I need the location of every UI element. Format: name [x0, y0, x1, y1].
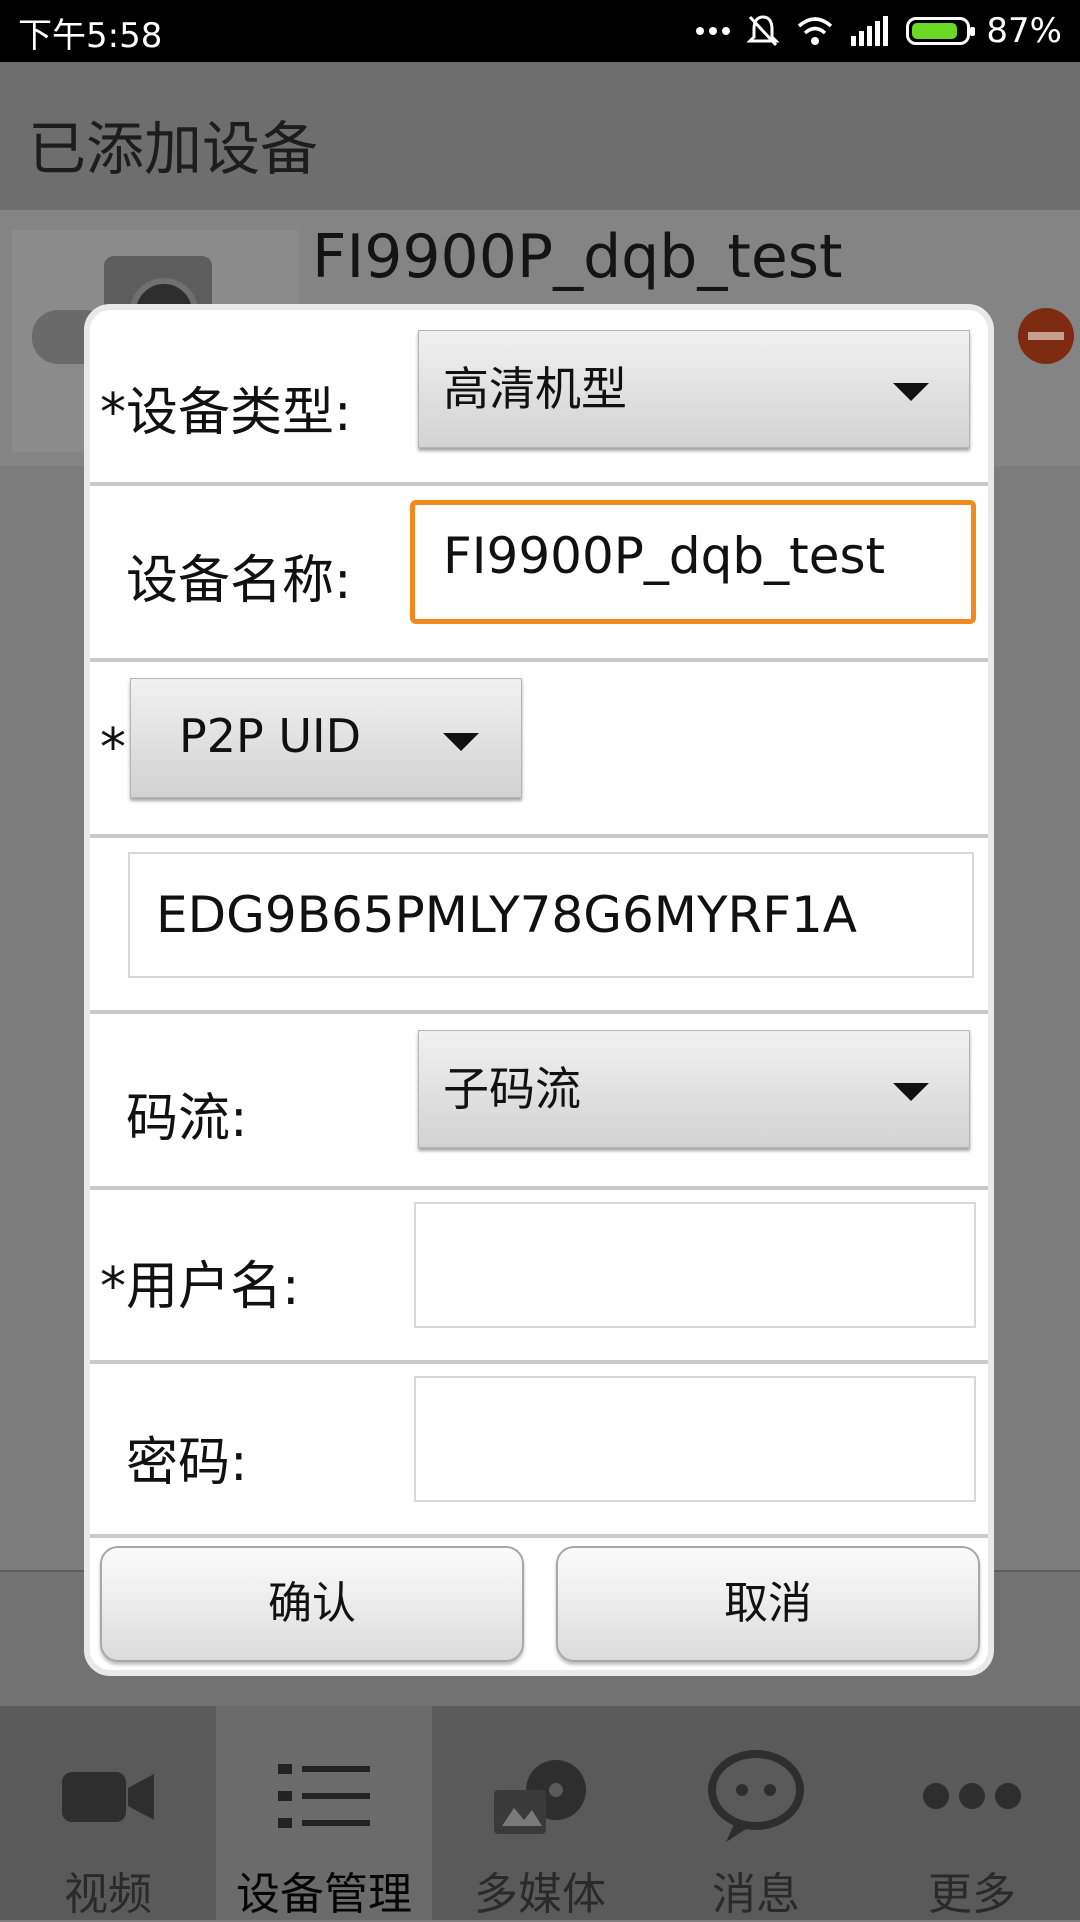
edit-device-dialog: *设备类型: 高清机型 设备名称: FI9900P_dqb_test * P2P…	[84, 304, 994, 1676]
stream-select[interactable]: 子码流	[418, 1030, 970, 1148]
more-icon	[923, 1783, 1021, 1809]
password-input[interactable]	[414, 1376, 976, 1502]
device-name-row: 设备名称: FI9900P_dqb_test	[90, 486, 988, 662]
stream-row: 码流: 子码流	[90, 1014, 988, 1190]
signal-icon	[851, 16, 889, 46]
nav-label: 更多	[928, 1869, 1016, 1920]
username-input[interactable]	[414, 1202, 976, 1328]
app-header: 已添加设备	[0, 62, 1080, 212]
more-dots-icon	[696, 27, 731, 35]
page-title: 已添加设备	[28, 115, 319, 183]
device-name: FI9900P_dqb_test	[312, 222, 843, 292]
message-bubble-icon	[708, 1750, 804, 1842]
nav-label: 设备管理	[236, 1869, 412, 1920]
device-type-row: *设备类型: 高清机型	[90, 310, 988, 486]
device-type-label: *设备类型:	[100, 383, 352, 443]
uid-input-value: EDG9B65PMLY78G6MYRF1A	[156, 886, 858, 944]
wifi-icon	[798, 17, 833, 45]
uid-row: EDG9B65PMLY78G6MYRF1A	[90, 838, 988, 1014]
mute-icon	[746, 15, 781, 47]
username-label: *用户名:	[100, 1257, 300, 1317]
nav-label: 消息	[712, 1869, 800, 1920]
nav-item-multimedia[interactable]: 多媒体	[432, 1706, 648, 1920]
device-type-select[interactable]: 高清机型	[418, 330, 970, 448]
dropdown-arrow-icon	[893, 383, 929, 401]
device-name-input[interactable]: FI9900P_dqb_test	[410, 500, 976, 624]
multimedia-icon	[494, 1760, 586, 1834]
nav-label: 多媒体	[474, 1869, 606, 1920]
uid-input[interactable]: EDG9B65PMLY78G6MYRF1A	[128, 852, 974, 978]
device-list-icon	[278, 1764, 370, 1828]
stream-value: 子码流	[443, 1062, 581, 1116]
status-bar: 下午5:58 87%	[0, 0, 1080, 62]
connection-type-row: * P2P UID	[90, 662, 988, 838]
bottom-nav: 视频 设备管理 多媒体 消息 更多	[0, 1706, 1080, 1920]
nav-item-messages[interactable]: 消息	[648, 1706, 864, 1920]
nav-label: 视频	[64, 1869, 152, 1920]
stream-label: 码流:	[126, 1089, 248, 1149]
username-row: *用户名:	[90, 1190, 988, 1364]
connection-type-value: P2P UID	[179, 709, 362, 763]
password-label: 密码:	[126, 1433, 248, 1493]
device-name-label: 设备名称:	[126, 551, 352, 611]
nav-item-video[interactable]: 视频	[0, 1706, 216, 1920]
dropdown-arrow-icon	[443, 733, 479, 751]
battery-percent: 87%	[986, 11, 1062, 51]
offline-status-icon	[1018, 308, 1074, 364]
status-icons: 87%	[696, 6, 1062, 56]
status-time: 下午5:58	[18, 16, 163, 56]
password-row: 密码:	[90, 1364, 988, 1538]
nav-item-more[interactable]: 更多	[864, 1706, 1080, 1920]
device-name-input-value: FI9900P_dqb_test	[443, 527, 886, 585]
battery-fill	[912, 23, 957, 39]
device-type-value: 高清机型	[443, 362, 627, 416]
confirm-button[interactable]: 确认	[100, 1546, 524, 1662]
video-camera-icon	[62, 1772, 154, 1822]
nav-item-device-management[interactable]: 设备管理	[216, 1706, 432, 1920]
cancel-button[interactable]: 取消	[556, 1546, 980, 1662]
battery-icon	[906, 17, 976, 45]
dropdown-arrow-icon	[893, 1083, 929, 1101]
connection-type-select[interactable]: P2P UID	[130, 678, 522, 798]
required-mark: *	[100, 718, 126, 778]
